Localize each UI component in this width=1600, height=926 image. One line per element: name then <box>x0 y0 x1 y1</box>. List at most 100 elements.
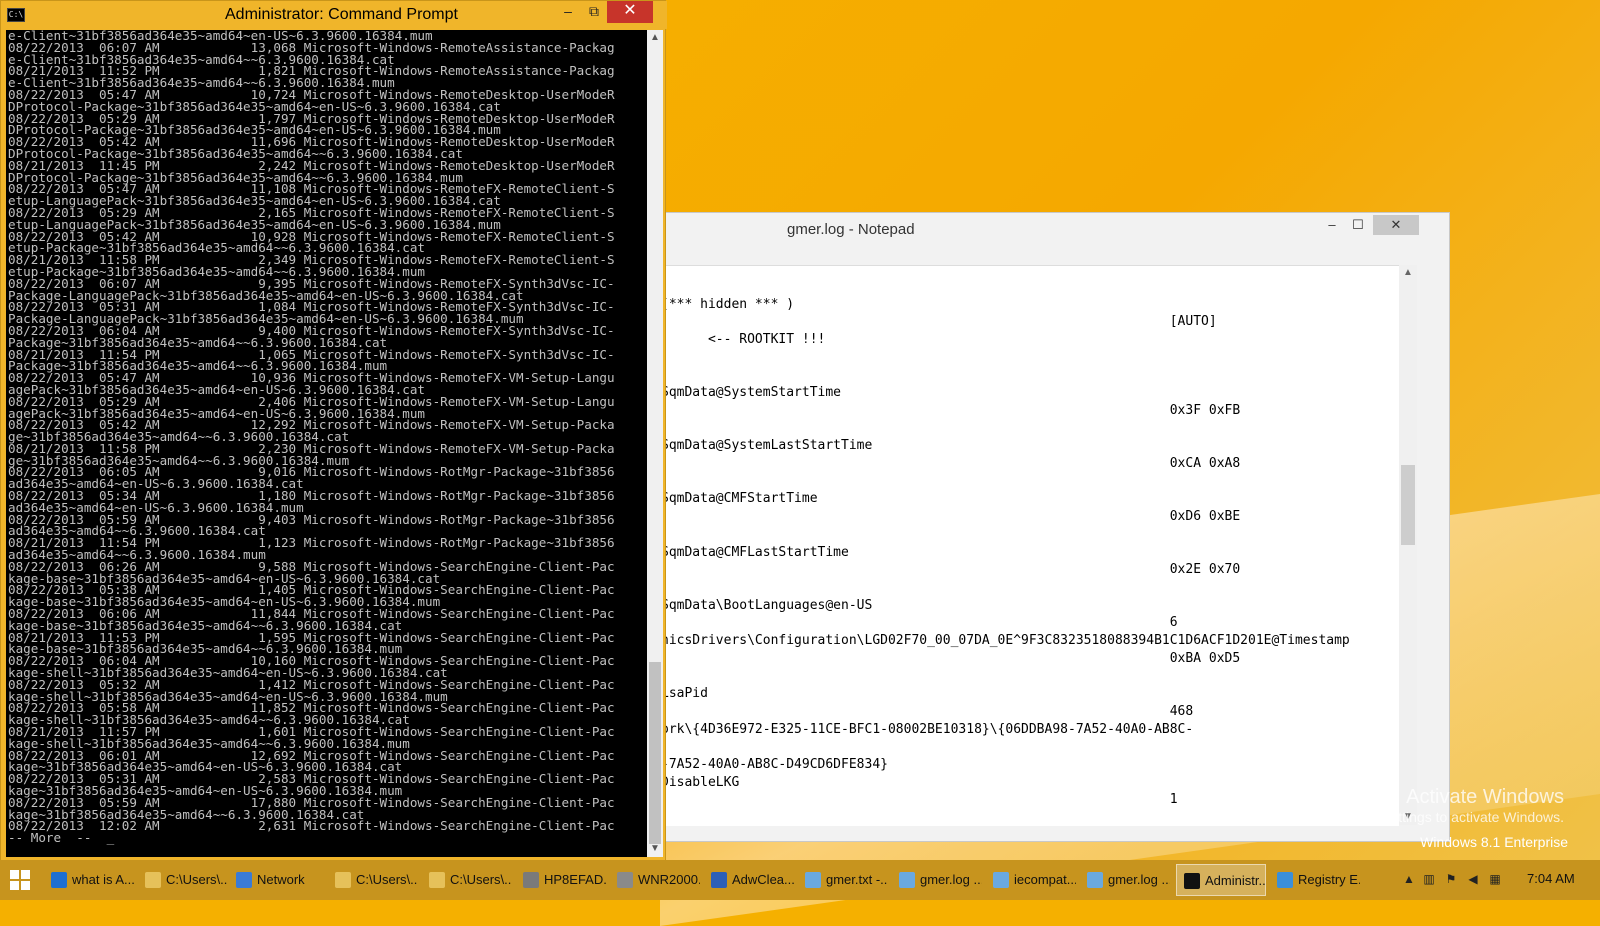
taskbar-button[interactable]: Registry E... <box>1270 864 1360 896</box>
notepad-line: 468 <box>661 703 1194 719</box>
notepad-text-area[interactable]: (*** hidden *** ) [AUTO] <-- ROOTKIT !!!… <box>661 265 1399 826</box>
taskbar-button-label: Administr... <box>1205 873 1266 888</box>
taskbar-button-label: gmer.txt -... <box>826 872 888 887</box>
notepad-menu-bar <box>661 243 1449 265</box>
notepad-line: [AUTO] <box>661 314 1217 330</box>
scroll-up-arrow-icon[interactable]: ▲ <box>647 30 663 46</box>
notepad-line: hicsDrivers\Configuration\LGD02F70_00_07… <box>661 633 1350 649</box>
watermark-subtitle: Go to PC settings to activate Windows. <box>1322 809 1564 825</box>
notepad-line <box>661 420 1399 438</box>
folder-icon <box>145 872 161 888</box>
notepad-line: DisableLKG <box>661 774 740 790</box>
taskbar-button-label: iecompat... <box>1014 872 1076 887</box>
taskbar-button[interactable]: iecompat... <box>986 864 1076 896</box>
notepad-scroll-thumb[interactable] <box>1401 465 1415 545</box>
taskbar-button[interactable]: AdwClea... <box>704 864 794 896</box>
notepad-close-button[interactable]: ✕ <box>1373 215 1419 235</box>
cmd-output-text: e-Client~31bf3856ad364e35~amd64~en-US~6.… <box>6 30 647 844</box>
taskbar-button-label: Registry E... <box>1298 872 1360 887</box>
notepad-line: SqmData@CMFStartTime <box>661 491 818 507</box>
printer-icon <box>523 872 539 888</box>
taskbar-button-label: WNR2000... <box>638 872 700 887</box>
notepad-titlebar[interactable]: gmer.log - Notepad – ☐ ✕ <box>661 213 1449 243</box>
notepad-window[interactable]: gmer.log - Notepad – ☐ ✕ (*** hidden ***… <box>660 212 1450 842</box>
network-tray-icon[interactable]: ▥ <box>1422 872 1436 886</box>
notepad-line: 1 <box>661 792 1178 808</box>
notepad-line: -7A52-40A0-AB8C-D49CD6DFE834} <box>661 756 888 772</box>
notepad-line: SqmData@CMFLastStartTime <box>661 544 849 560</box>
taskbar-button[interactable]: HP8EFAD... <box>516 864 606 896</box>
cmd-icon <box>1184 873 1200 889</box>
notepad-maximize-button[interactable]: ☐ <box>1343 215 1373 235</box>
notepad-line <box>661 667 1399 685</box>
scroll-down-arrow-icon[interactable]: ▼ <box>647 841 663 857</box>
taskbar-button-label: gmer.log ... <box>1108 872 1170 887</box>
cmd-output-line: -- More -- _ <box>8 830 115 846</box>
notepad-line: ork\{4D36E972-E325-11CE-BFC1-08002BE1031… <box>661 721 1194 737</box>
taskbar-button[interactable]: gmer.txt -... <box>798 864 888 896</box>
network-icon <box>236 872 252 888</box>
notepad-line <box>661 367 1399 385</box>
activate-windows-watermark: Activate Windows Go to PC settings to ac… <box>1322 787 1564 827</box>
start-button[interactable] <box>10 870 30 890</box>
cmd-close-button[interactable]: ✕ <box>607 1 653 23</box>
taskbar-button[interactable]: C:\Users\... <box>328 864 418 896</box>
taskbar-button-label: HP8EFAD... <box>544 872 606 887</box>
notepad-line <box>661 738 1399 756</box>
notepad-line: LsaPid <box>661 686 708 702</box>
notepad-line <box>661 473 1399 491</box>
notepad-line: 0xBA 0xD5 <box>661 650 1241 666</box>
os-name: Windows 8.1 Enterprise <box>1420 834 1568 850</box>
taskbar-button[interactable]: C:\Users\... <box>138 864 228 896</box>
taskbar-button-label: Network <box>257 872 305 887</box>
notepad-line: <-- ROOTKIT !!! <box>661 332 826 348</box>
action-center-icon[interactable]: ⚑ <box>1444 872 1458 886</box>
show-hidden-icon[interactable]: ▲ <box>1402 872 1416 886</box>
notepad-line: 6 <box>661 615 1178 631</box>
taskbar-button[interactable]: C:\Users\... <box>422 864 512 896</box>
cmd-title: Administrator: Command Prompt <box>225 6 458 23</box>
taskbar-button-label: C:\Users\... <box>356 872 418 887</box>
watermark-title: Activate Windows <box>1406 786 1564 808</box>
taskbar: what is A... C:\Users\... Network C:\Users\… <box>0 860 1600 900</box>
folder-icon <box>335 872 351 888</box>
volume-icon[interactable]: ◀ <box>1466 872 1480 886</box>
adwcleaner-icon <box>711 872 727 888</box>
notepad-icon <box>899 872 915 888</box>
notepad-line: SqmData@SystemStartTime <box>661 385 842 401</box>
taskbar-button-label: what is A... <box>72 872 134 887</box>
notepad-line <box>661 349 1399 367</box>
cmd-icon: C:\ <box>7 8 25 22</box>
taskbar-button-label: gmer.log ... <box>920 872 982 887</box>
taskbar-button[interactable]: Network <box>229 864 319 896</box>
registry-icon <box>1277 872 1293 888</box>
cmd-scroll-thumb[interactable] <box>649 662 661 844</box>
cmd-titlebar[interactable]: C:\ Administrator: Command Prompt – ⧉ ✕ <box>1 1 667 29</box>
notepad-icon <box>1087 872 1103 888</box>
cmd-restore-button[interactable]: ⧉ <box>579 1 609 23</box>
taskbar-button[interactable]: gmer.log ... <box>1080 864 1170 896</box>
notepad-line <box>661 526 1399 544</box>
notepad-line: 0xCA 0xA8 <box>661 456 1241 472</box>
notepad-content: (*** hidden *** ) [AUTO] <-- ROOTKIT !!!… <box>661 266 1399 809</box>
taskbar-button-label: C:\Users\... <box>166 872 228 887</box>
taskbar-clock[interactable]: 7:04 AM <box>1527 871 1575 886</box>
keyboard-icon[interactable]: ▦ <box>1488 872 1502 886</box>
notepad-icon <box>805 872 821 888</box>
taskbar-button-label: C:\Users\... <box>450 872 512 887</box>
notepad-icon <box>993 872 1009 888</box>
command-prompt-window[interactable]: C:\ Administrator: Command Prompt – ⧉ ✕ … <box>0 0 667 868</box>
notepad-line: 0x2E 0x70 <box>661 562 1241 578</box>
taskbar-button[interactable]: gmer.log ... <box>892 864 982 896</box>
scroll-up-arrow-icon[interactable]: ▲ <box>1399 265 1417 281</box>
notepad-line: (*** hidden *** ) <box>661 296 795 312</box>
notepad-line <box>661 579 1399 597</box>
notepad-line: 0x3F 0xFB <box>661 402 1241 418</box>
taskbar-button[interactable]: WNR2000... <box>610 864 700 896</box>
cmd-vertical-scrollbar[interactable]: ▲ ▼ <box>647 30 663 857</box>
cmd-console-area[interactable]: e-Client~31bf3856ad364e35~amd64~en-US~6.… <box>6 30 647 857</box>
notepad-vertical-scrollbar[interactable]: ▲ ▼ <box>1399 265 1417 825</box>
taskbar-button[interactable]: what is A... <box>44 864 134 896</box>
taskbar-button-label: AdwClea... <box>732 872 794 887</box>
taskbar-button[interactable]: Administr... <box>1176 864 1266 896</box>
